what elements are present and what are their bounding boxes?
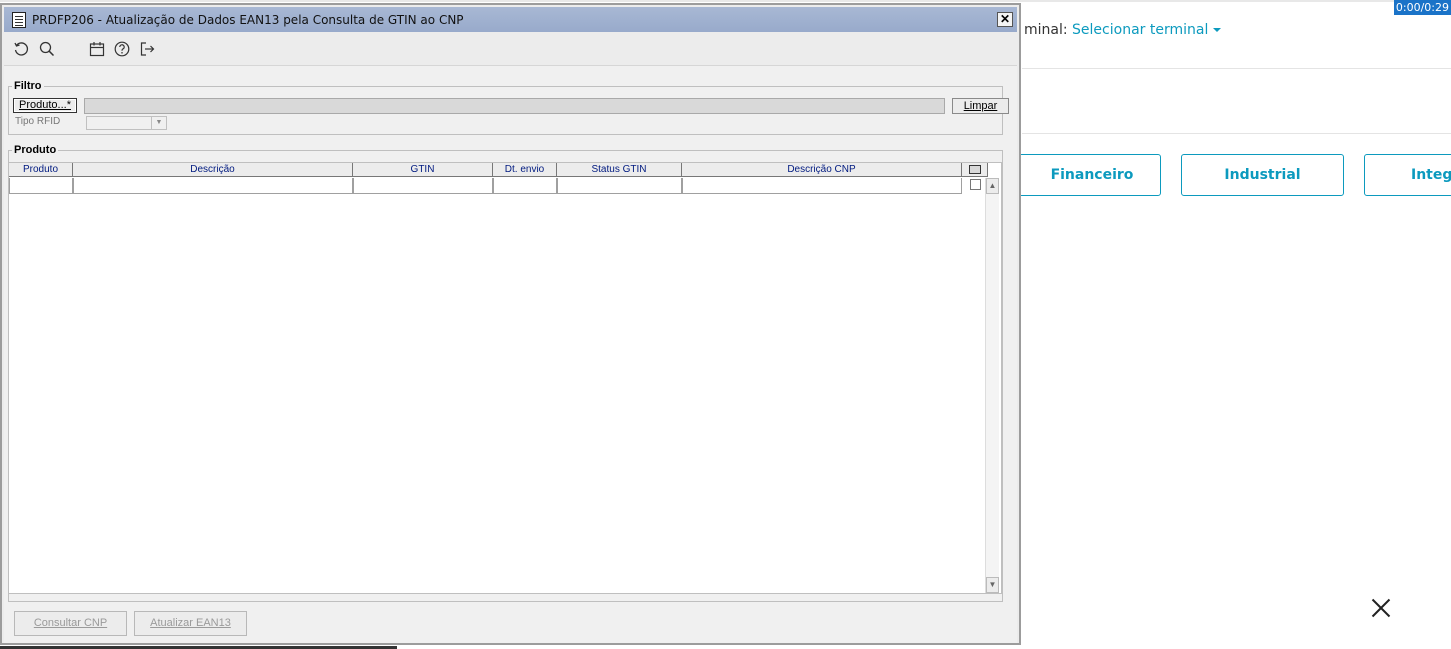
column-header-status-gtin[interactable]: Status GTIN xyxy=(557,163,682,177)
toolbar xyxy=(4,32,1017,66)
select-all-header[interactable] xyxy=(962,163,988,177)
atualizar-ean13-button[interactable]: Atualizar EAN13 xyxy=(134,611,247,636)
timer-badge: 0:00/0:29 xyxy=(1393,0,1451,15)
terminal-selector: minal: Selecionar terminal xyxy=(1024,22,1222,38)
produto-grid: Produto Descrição GTIN Dt. envio Status … xyxy=(8,162,1002,594)
module-button-integracao[interactable]: Integr xyxy=(1364,154,1451,196)
caret-down-icon xyxy=(1213,28,1222,32)
cell-dt-envio[interactable] xyxy=(493,178,557,194)
scroll-up-arrow-icon[interactable]: ▲ xyxy=(986,178,999,194)
select-terminal-link[interactable]: Selecionar terminal xyxy=(1072,22,1222,38)
help-icon[interactable] xyxy=(114,41,130,57)
module-button-financeiro[interactable]: Financeiro xyxy=(999,154,1161,196)
vertical-scrollbar[interactable]: ▲ ▼ xyxy=(985,178,999,593)
dialog-window: PRDFP206 - Atualização de Dados EAN13 pe… xyxy=(0,3,1021,645)
close-icon[interactable] xyxy=(1371,598,1391,618)
window-title: PRDFP206 - Atualização de Dados EAN13 pe… xyxy=(32,12,464,27)
document-icon xyxy=(12,11,26,28)
limpar-button[interactable]: Limpar xyxy=(952,98,1009,114)
consultar-cnp-button[interactable]: Consultar CNP xyxy=(14,611,127,636)
chevron-down-icon[interactable]: ▼ xyxy=(151,117,166,129)
produto-lookup-button[interactable]: Produto...* xyxy=(13,98,77,113)
calendar-icon[interactable] xyxy=(89,41,105,57)
grid-header: Produto Descrição GTIN Dt. envio Status … xyxy=(9,163,988,177)
column-header-dt-envio[interactable]: Dt. envio xyxy=(493,163,557,177)
column-header-descricao-cnp[interactable]: Descrição CNP xyxy=(682,163,962,177)
terminal-label: minal: xyxy=(1024,22,1068,38)
produto-legend: Produto xyxy=(14,144,57,156)
top-border xyxy=(0,0,1451,2)
cell-gtin[interactable] xyxy=(353,178,493,194)
dialog-content: Filtro Produto...* Limpar Tipo RFID ▼ Pr… xyxy=(4,66,1017,643)
filtro-legend: Filtro xyxy=(14,80,42,92)
tipo-rfid-select[interactable]: ▼ xyxy=(86,116,167,130)
cell-produto[interactable] xyxy=(9,178,73,194)
produto-field[interactable] xyxy=(84,98,945,114)
exit-icon[interactable] xyxy=(139,41,155,57)
divider xyxy=(1022,133,1451,134)
column-header-descricao[interactable]: Descrição xyxy=(73,163,353,177)
cell-descricao-cnp[interactable] xyxy=(682,178,962,194)
scroll-down-arrow-icon[interactable]: ▼ xyxy=(986,577,999,593)
column-header-gtin[interactable]: GTIN xyxy=(353,163,493,177)
window-close-button[interactable]: ✕ xyxy=(997,12,1013,27)
module-button-industrial[interactable]: Industrial xyxy=(1181,154,1344,196)
cell-descricao[interactable] xyxy=(73,178,353,194)
select-all-icon xyxy=(968,165,981,174)
column-header-produto[interactable]: Produto xyxy=(9,163,73,177)
cell-status-gtin[interactable] xyxy=(557,178,682,194)
refresh-icon[interactable] xyxy=(13,41,29,57)
row-checkbox[interactable] xyxy=(969,179,981,190)
table-row[interactable] xyxy=(9,178,988,194)
search-icon[interactable] xyxy=(39,41,55,57)
tipo-rfid-label: Tipo RFID xyxy=(15,116,61,127)
divider xyxy=(1022,68,1451,69)
title-bar: PRDFP206 - Atualização de Dados EAN13 pe… xyxy=(4,7,1017,32)
